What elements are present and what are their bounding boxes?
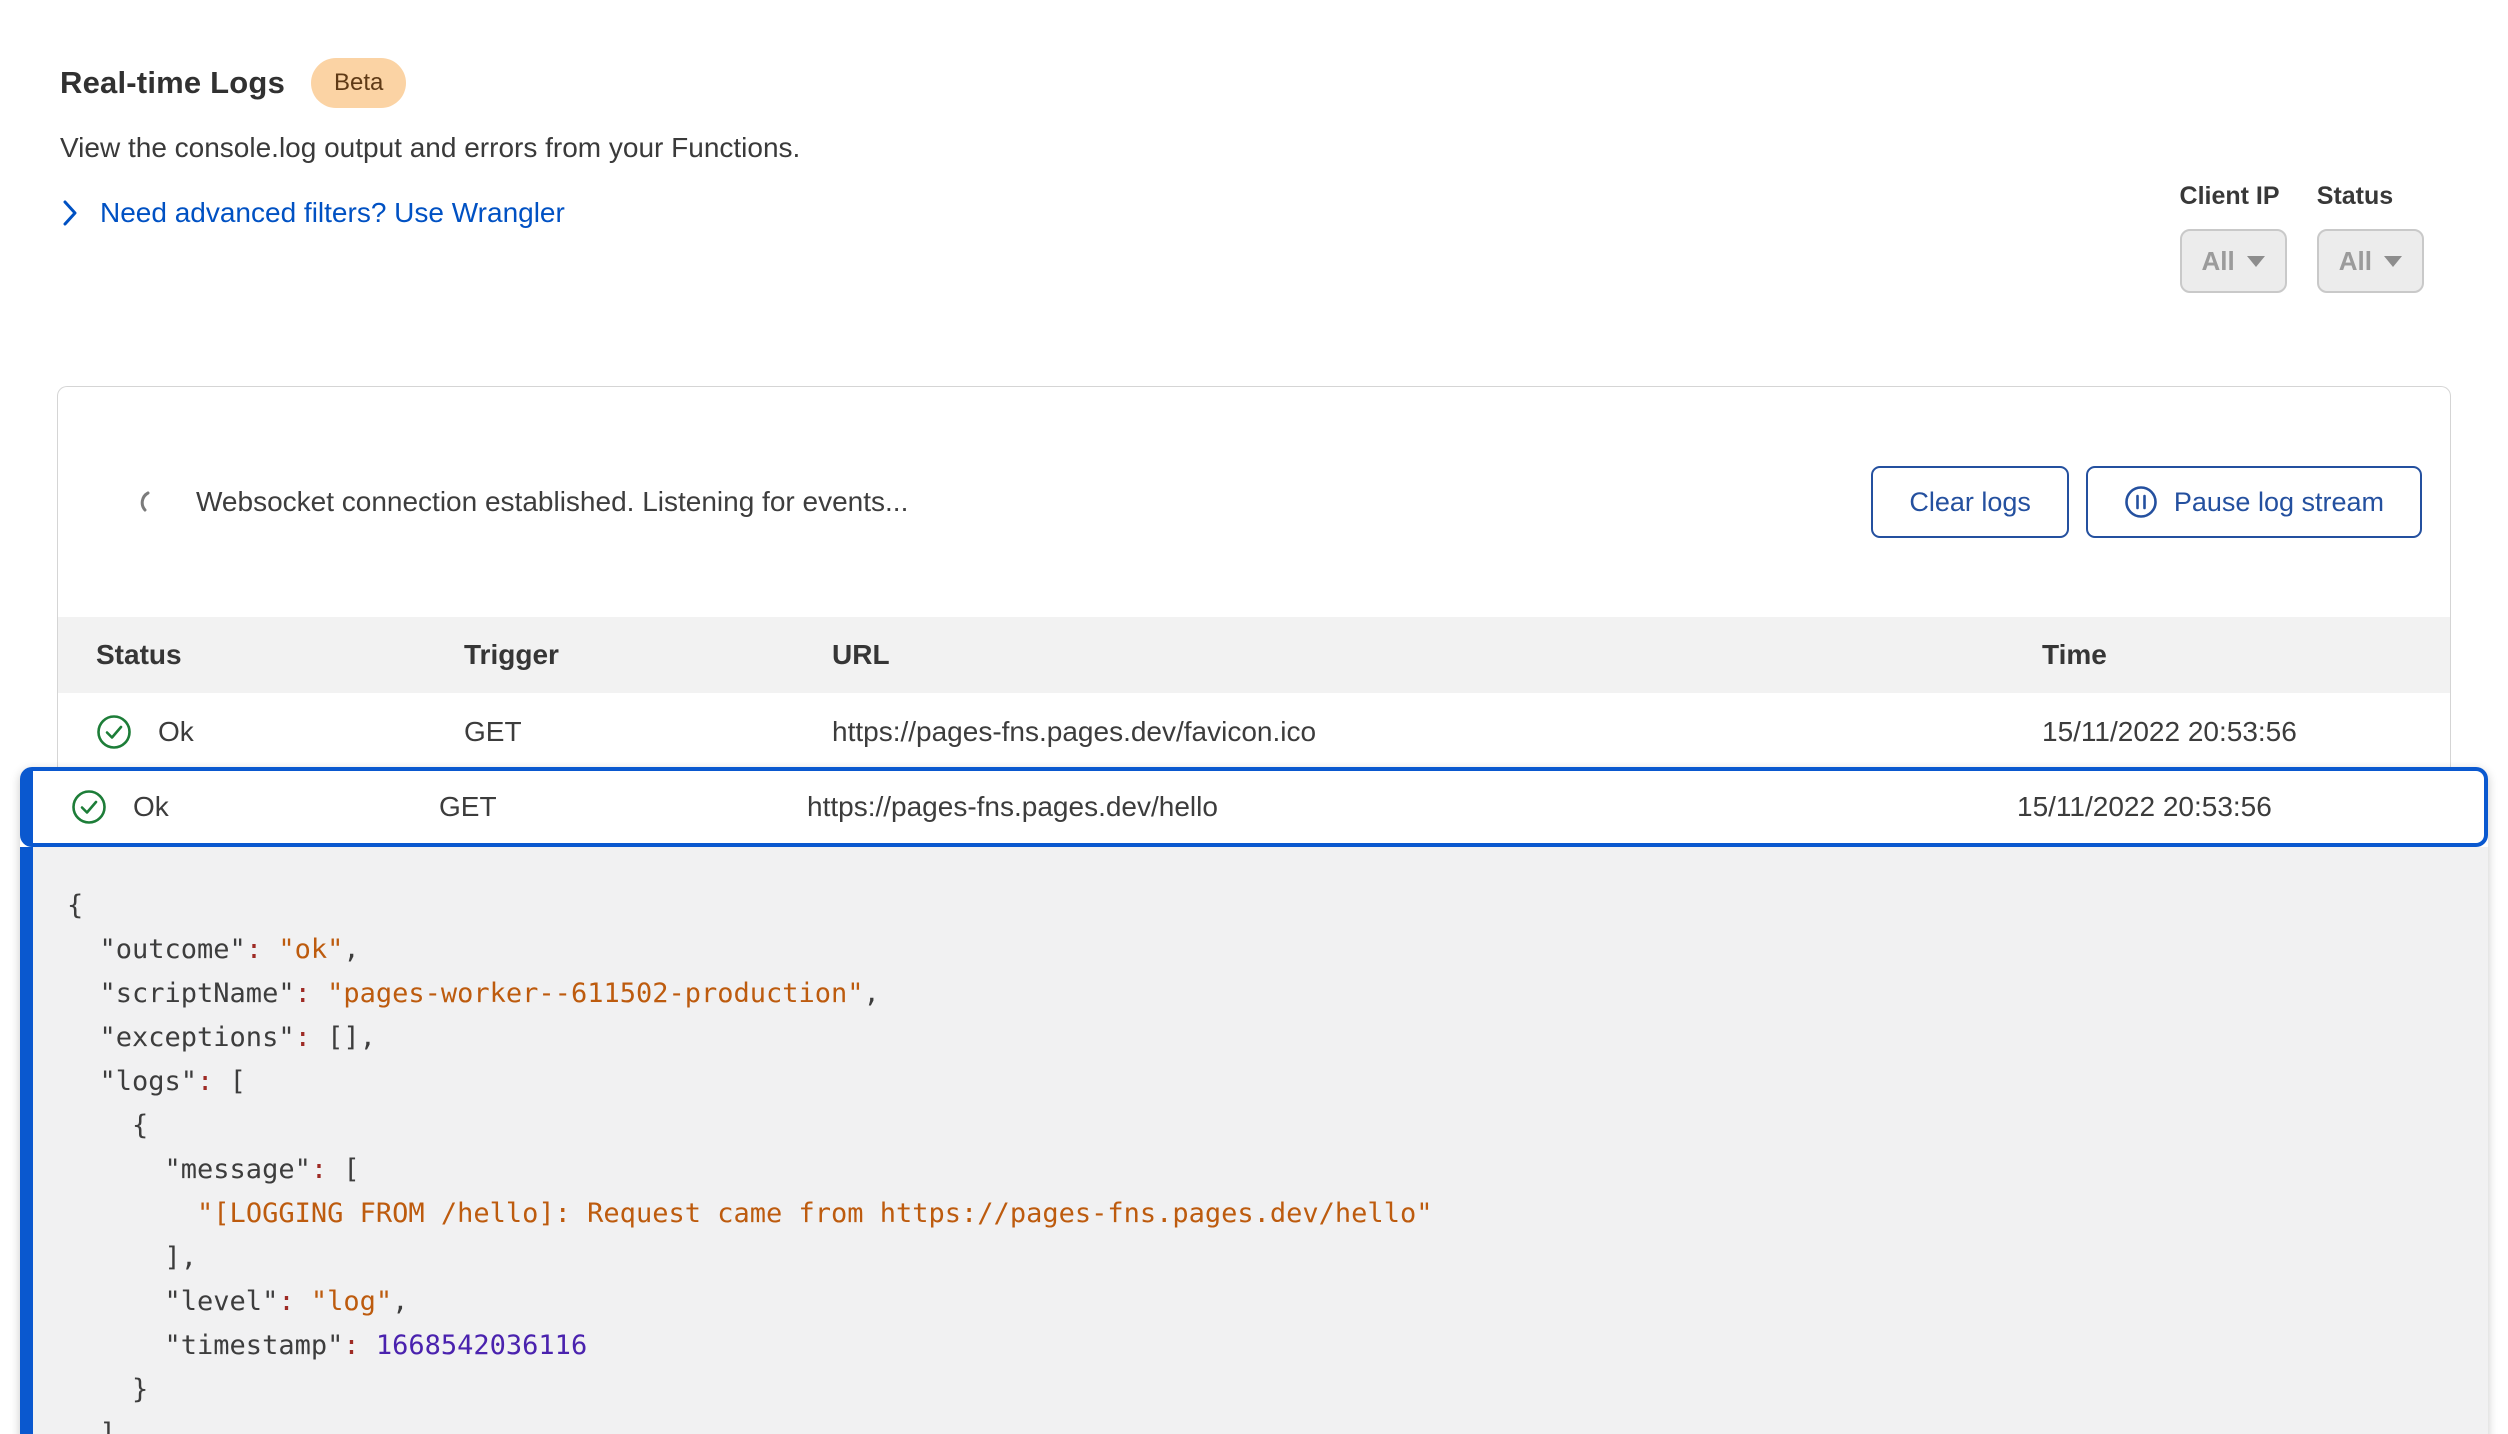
trigger-cell: GET [426,716,794,748]
column-header-url: URL [794,639,2004,671]
pause-log-stream-label: Pause log stream [2174,487,2384,518]
status-value: All [2339,246,2372,277]
page-title: Real-time Logs [60,65,285,101]
table-body: Ok GEThttps://pages-fns.pages.dev/favicon… [58,693,2450,771]
time-cell: 15/11/2022 20:53:56 [1979,791,2484,823]
table-header-row: Status Trigger URL Time [58,617,2450,693]
filter-controls: Client IP All Status All [2180,182,2424,293]
spinner-icon [140,489,166,515]
check-circle-icon [71,789,107,825]
trigger-cell: GET [401,791,769,823]
beta-badge: Beta [311,58,406,108]
client-ip-dropdown[interactable]: All [2180,229,2287,293]
status-text: Ok [158,716,194,748]
logs-panel: Websocket connection established. Listen… [57,386,2451,771]
log-json-code: { "outcome": "ok", "scriptName": "pages-… [33,847,2488,1434]
caret-down-icon [2384,256,2402,267]
chevron-right-icon [62,200,78,226]
pause-icon [2124,485,2158,519]
realtime-logs-page: Real-time Logs Beta View the console.log… [0,0,2508,1434]
expanded-log-entry: Ok GEThttps://pages-fns.pages.dev/hello15… [20,767,2488,1434]
time-cell: 15/11/2022 20:53:56 [2004,716,2450,748]
wrangler-link[interactable]: Need advanced filters? Use Wrangler [62,197,565,229]
url-cell: https://pages-fns.pages.dev/hello [769,791,1979,823]
status-cell: Ok [58,714,426,750]
caret-down-icon [2247,256,2265,267]
pause-log-stream-button[interactable]: Pause log stream [2086,466,2422,538]
page-header: Real-time Logs Beta [60,58,2451,108]
status-cell: Ok [33,789,401,825]
status-label: Status [2317,182,2424,211]
status-dropdown[interactable]: All [2317,229,2424,293]
status-filter-group: Status All [2317,182,2424,293]
client-ip-value: All [2202,246,2235,277]
page-subtitle: View the console.log output and errors f… [60,132,2451,164]
check-circle-icon [96,714,132,750]
stream-status-bar: Websocket connection established. Listen… [58,387,2450,617]
column-header-time: Time [2004,639,2450,671]
log-row[interactable]: Ok GEThttps://pages-fns.pages.dev/favicon… [58,693,2450,771]
stream-status-message: Websocket connection established. Listen… [196,486,908,518]
status-text: Ok [133,791,169,823]
client-ip-filter-group: Client IP All [2180,182,2287,293]
log-detail-panel: { "outcome": "ok", "scriptName": "pages-… [20,847,2488,1434]
wrangler-link-label: Need advanced filters? Use Wrangler [100,197,565,229]
stream-buttons: Clear logs Pause log stream [1871,466,2422,538]
selected-log-row[interactable]: Ok GEThttps://pages-fns.pages.dev/hello15… [20,767,2488,847]
client-ip-label: Client IP [2180,182,2287,211]
clear-logs-button[interactable]: Clear logs [1871,466,2069,538]
column-header-trigger: Trigger [426,639,794,671]
url-cell: https://pages-fns.pages.dev/favicon.ico [794,716,2004,748]
column-header-status: Status [58,639,426,671]
